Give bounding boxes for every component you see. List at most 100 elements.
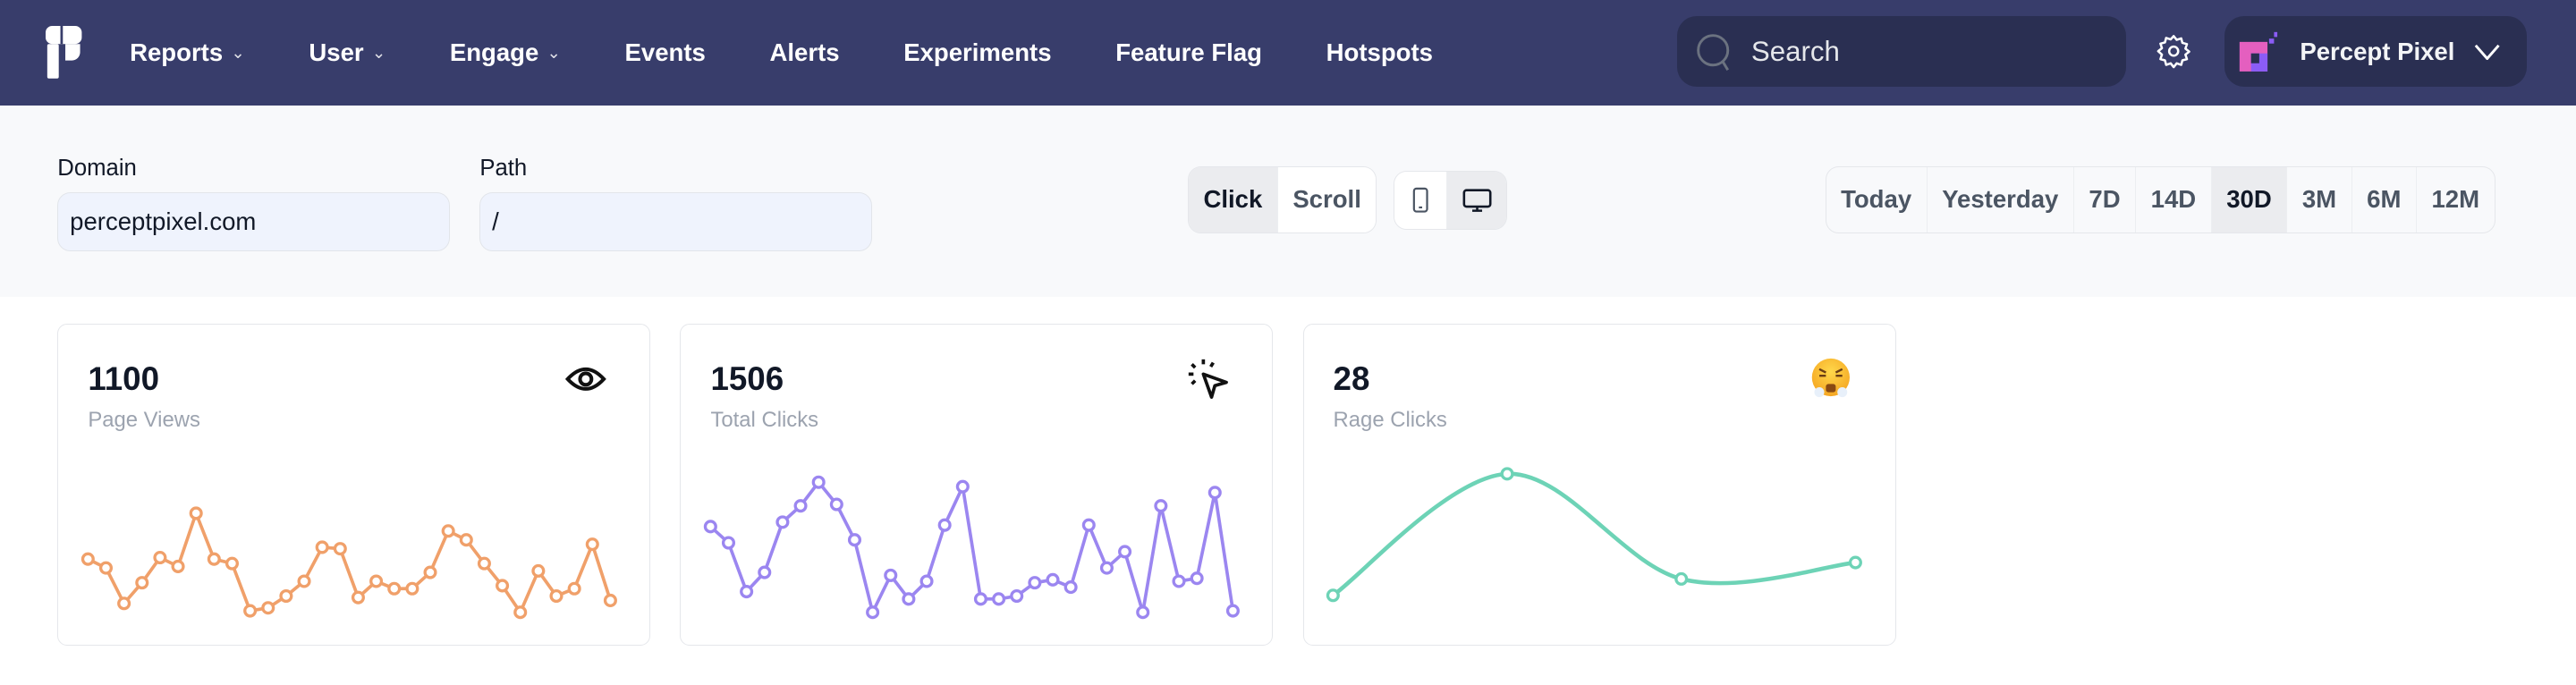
device-toggle xyxy=(1393,171,1508,231)
data-point[interactable] xyxy=(1046,572,1060,587)
data-point[interactable] xyxy=(740,585,754,599)
data-point[interactable] xyxy=(1500,467,1514,481)
data-point[interactable] xyxy=(80,552,95,566)
mode-toggle: Click Scroll xyxy=(1187,165,1377,233)
workspace-switcher[interactable]: Percept Pixel xyxy=(2224,16,2527,88)
data-point[interactable] xyxy=(387,581,402,596)
data-point[interactable] xyxy=(1208,486,1222,500)
data-point[interactable] xyxy=(829,497,843,512)
data-point[interactable] xyxy=(1136,605,1150,620)
data-point[interactable] xyxy=(919,574,934,588)
search-input[interactable]: Search xyxy=(1677,16,2126,88)
data-point[interactable] xyxy=(1099,561,1114,575)
data-point[interactable] xyxy=(992,592,1006,606)
data-point[interactable] xyxy=(315,540,329,554)
data-point[interactable] xyxy=(567,581,581,596)
data-point[interactable] xyxy=(722,536,736,550)
data-point[interactable] xyxy=(1326,588,1341,603)
device-desktop-button[interactable] xyxy=(1447,172,1507,230)
menu-engage[interactable]: Engage ⌄ xyxy=(450,38,561,67)
data-point[interactable] xyxy=(1849,555,1863,570)
data-point[interactable] xyxy=(775,515,790,529)
menu-alerts[interactable]: Alerts xyxy=(769,38,839,67)
data-point[interactable] xyxy=(902,592,916,606)
data-point[interactable] xyxy=(937,518,952,532)
data-point[interactable] xyxy=(153,551,167,565)
data-point[interactable] xyxy=(243,604,258,618)
menu-events[interactable]: Events xyxy=(625,38,706,67)
data-point[interactable] xyxy=(703,520,717,534)
data-point[interactable] xyxy=(603,594,617,608)
menu-user[interactable]: User ⌄ xyxy=(309,38,386,67)
menu-feature-flag[interactable]: Feature Flag xyxy=(1115,38,1262,67)
data-point[interactable] xyxy=(279,589,293,604)
data-point[interactable] xyxy=(848,533,862,547)
data-point[interactable] xyxy=(1154,499,1168,513)
data-point[interactable] xyxy=(333,542,347,556)
range-30d[interactable]: 30D xyxy=(2211,166,2288,233)
data-point[interactable] xyxy=(1172,574,1186,588)
app-logo-icon[interactable] xyxy=(46,26,82,80)
range-12m[interactable]: 12M xyxy=(2417,167,2495,233)
mode-click-button[interactable]: Click xyxy=(1188,166,1278,233)
data-point[interactable] xyxy=(117,596,131,611)
data-point[interactable] xyxy=(261,601,275,615)
data-point[interactable] xyxy=(811,475,826,489)
rage-clicks-value: 28 xyxy=(1333,360,1370,398)
chevron-down-icon: ⌄ xyxy=(371,42,386,62)
data-point[interactable] xyxy=(1081,518,1096,532)
data-point[interactable] xyxy=(369,574,384,588)
data-point[interactable] xyxy=(225,556,239,571)
menu-experiments[interactable]: Experiments xyxy=(903,38,1051,67)
data-point[interactable] xyxy=(135,576,149,590)
data-point[interactable] xyxy=(866,605,880,620)
data-point[interactable] xyxy=(1190,571,1204,586)
data-point[interactable] xyxy=(1225,604,1241,618)
data-point[interactable] xyxy=(496,579,510,593)
data-point[interactable] xyxy=(477,556,491,571)
range-today[interactable]: Today xyxy=(1826,166,1928,233)
mode-scroll-button[interactable]: Scroll xyxy=(1277,166,1377,233)
data-point[interactable] xyxy=(441,524,455,538)
menu-label: Reports xyxy=(130,38,224,66)
data-point[interactable] xyxy=(405,581,419,596)
data-point[interactable] xyxy=(423,565,437,579)
domain-input[interactable]: perceptpixel.com xyxy=(57,191,451,251)
data-point[interactable] xyxy=(1118,545,1132,559)
data-point[interactable] xyxy=(297,574,311,588)
device-mobile-button[interactable] xyxy=(1394,172,1448,230)
data-point[interactable] xyxy=(98,561,114,575)
range-yesterday[interactable]: Yesterday xyxy=(1928,166,2074,233)
menu-hotspots[interactable]: Hotspots xyxy=(1326,38,1433,67)
data-point[interactable] xyxy=(758,565,772,579)
data-point[interactable] xyxy=(1063,580,1078,595)
data-point[interactable] xyxy=(1010,589,1024,604)
data-point[interactable] xyxy=(585,537,599,552)
data-point[interactable] xyxy=(531,563,546,579)
data-point[interactable] xyxy=(974,592,988,606)
data-point[interactable] xyxy=(207,552,221,566)
data-point[interactable] xyxy=(459,533,473,547)
range-3m[interactable]: 3M xyxy=(2287,166,2352,233)
gear-icon[interactable] xyxy=(2156,33,2191,69)
range-7d[interactable]: 7D xyxy=(2074,166,2137,233)
data-point[interactable] xyxy=(1674,571,1689,587)
data-point[interactable] xyxy=(1028,576,1042,590)
series-line xyxy=(1332,471,1856,597)
data-point[interactable] xyxy=(549,589,564,604)
range-14d[interactable]: 14D xyxy=(2136,166,2212,233)
data-point[interactable] xyxy=(171,560,185,574)
menu-label: User xyxy=(309,38,364,66)
data-point[interactable] xyxy=(884,568,898,583)
data-point[interactable] xyxy=(793,499,808,513)
total-clicks-value: 1506 xyxy=(710,360,784,398)
data-point[interactable] xyxy=(351,590,365,605)
path-input[interactable]: / xyxy=(479,191,873,251)
range-6m[interactable]: 6M xyxy=(2352,166,2417,233)
rage-clicks-chart xyxy=(1326,467,1863,603)
data-point[interactable] xyxy=(955,479,970,494)
rage-clicks-card: 28 Rage Clicks xyxy=(1302,323,1896,646)
data-point[interactable] xyxy=(189,506,203,520)
menu-reports[interactable]: Reports ⌄ xyxy=(130,38,245,67)
data-point[interactable] xyxy=(513,605,528,620)
